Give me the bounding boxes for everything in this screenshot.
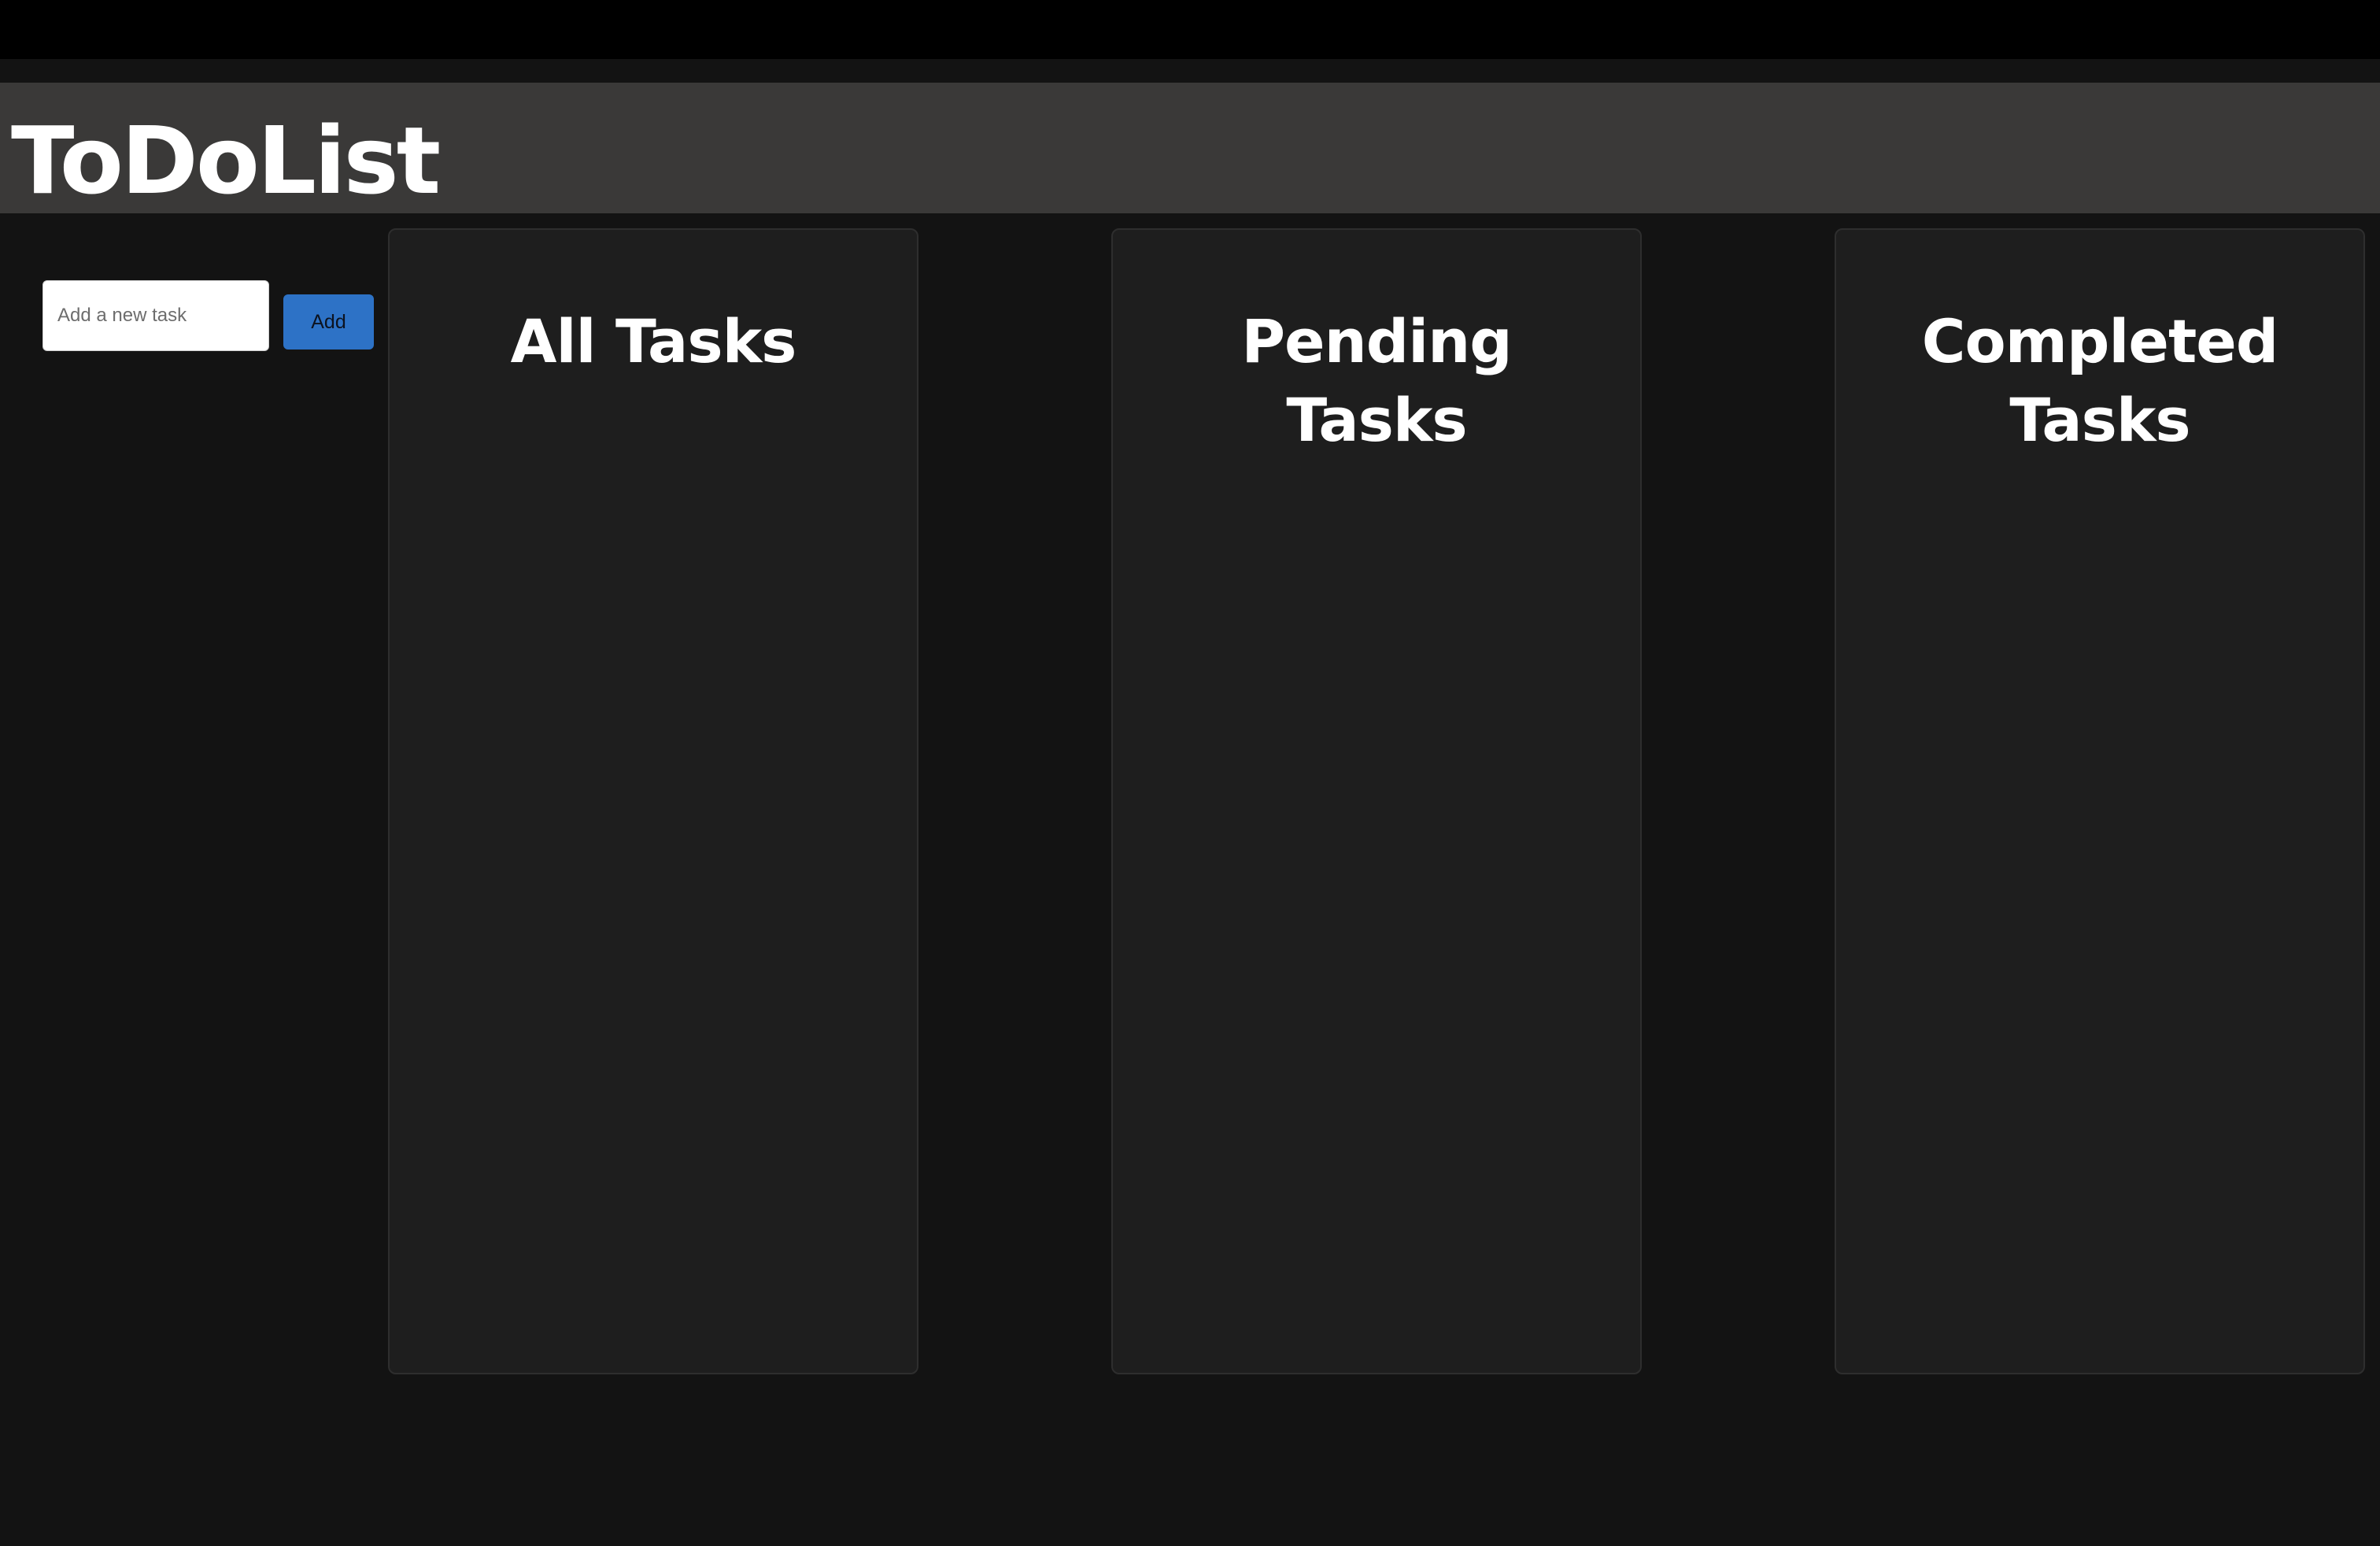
all-tasks-title: All Tasks: [510, 306, 797, 376]
window-top-bar: [0, 0, 2380, 59]
add-task-button[interactable]: Add: [283, 294, 374, 350]
completed-tasks-column: Completed Tasks: [1835, 228, 2365, 1374]
pending-tasks-column: Pending Tasks: [1111, 228, 1642, 1374]
all-tasks-column: All Tasks: [388, 228, 918, 1374]
completed-tasks-title: Completed Tasks: [1921, 306, 2278, 455]
pending-tasks-title: Pending Tasks: [1241, 306, 1512, 455]
app-title: ToDoList: [11, 106, 441, 215]
new-task-input[interactable]: [42, 280, 269, 351]
